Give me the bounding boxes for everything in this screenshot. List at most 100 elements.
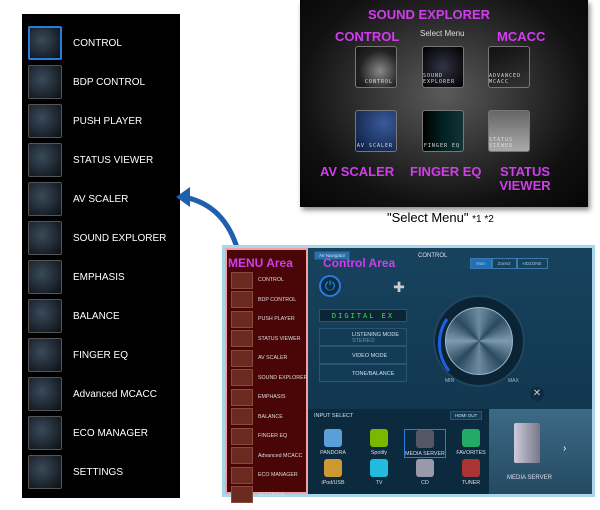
menu-item-label: PUSH PLAYER xyxy=(73,115,143,127)
menu-item[interactable]: PUSH PLAYER xyxy=(28,103,178,139)
menu-item[interactable]: SETTINGS xyxy=(28,454,178,490)
app-menu-item[interactable]: SETTINGS xyxy=(231,486,285,504)
menu-item-icon xyxy=(28,455,62,489)
listening-mode-button[interactable]: LISTENING MODE STEREO xyxy=(319,328,407,346)
input-icon xyxy=(370,459,388,477)
input-label: PANDORA xyxy=(320,450,346,456)
input-label: TUNER xyxy=(461,480,481,486)
app-screenshot: CONTROL BDP CONTROL PUSH PLAYER STATUS VIEW… xyxy=(222,245,595,503)
menu-item[interactable]: BDP CONTROL xyxy=(28,64,178,100)
select-menu-tile[interactable]: STATUS VIEWER xyxy=(488,110,530,152)
menu-item-icon xyxy=(28,104,62,138)
app-menu-label: BALANCE xyxy=(258,413,283,420)
app-menu-item[interactable]: PUSH PLAYER xyxy=(231,310,295,328)
current-source-label: MEDIA SERVER xyxy=(507,475,552,481)
control-title: CONTROL xyxy=(418,253,448,259)
input-label: iPod/USB xyxy=(321,480,345,486)
input-option[interactable]: MEDIA SERVER xyxy=(404,429,446,458)
select-menu-tile[interactable]: FINGER EQ xyxy=(422,110,464,152)
app-menu-icon xyxy=(231,271,253,289)
app-menu-label: FINGER EQ xyxy=(258,433,288,439)
volume-max-label: MAX xyxy=(508,378,519,384)
menu-item-icon xyxy=(28,260,62,294)
select-menu-tile[interactable]: CONTROL xyxy=(355,46,397,88)
app-menu-item[interactable]: CONTROL xyxy=(231,271,284,289)
power-icon[interactable]: ⏻ xyxy=(319,275,341,297)
volume-knob[interactable] xyxy=(433,295,525,387)
input-label: MEDIA SERVER xyxy=(405,451,445,457)
app-menu-item[interactable]: EMPHASIS xyxy=(231,388,285,406)
video-mode-button[interactable]: VIDEO MODE xyxy=(319,346,407,364)
menu-item-icon xyxy=(28,26,62,60)
menu-item[interactable]: ECO MANAGER xyxy=(28,415,178,451)
menu-item[interactable]: EMPHASIS xyxy=(28,259,178,295)
hdmi-out-button[interactable]: HDMI OUT xyxy=(450,411,483,420)
menu-item-label: CONTROL xyxy=(73,37,122,49)
app-menu-item[interactable]: Advanced MCACC xyxy=(231,447,302,465)
menu-item[interactable]: AV SCALER xyxy=(28,181,178,217)
app-menu-icon xyxy=(231,349,253,367)
chevron-right-icon[interactable]: › xyxy=(563,443,566,454)
input-label: CD xyxy=(421,480,429,486)
input-option[interactable]: Spotify xyxy=(358,429,400,456)
app-menu-icon xyxy=(231,447,253,464)
input-select-label: INPUT SELECT xyxy=(314,413,354,419)
app-menu-label: BDP CONTROL xyxy=(258,296,297,303)
app-menu-label: AV SCALER xyxy=(258,355,288,361)
input-option[interactable]: TUNER xyxy=(450,459,492,486)
app-menu-item[interactable]: FINGER EQ xyxy=(231,427,287,445)
tile-tag: AV SCALER xyxy=(356,143,393,149)
app-menu-label: SETTINGS xyxy=(258,491,285,498)
input-option[interactable]: CD xyxy=(404,459,446,486)
select-menu-tile[interactable]: ADVANCED MCACC xyxy=(488,46,530,88)
input-option[interactable]: FAVORITES xyxy=(450,429,492,456)
app-menu-item[interactable]: STATUS VIEWER xyxy=(231,330,300,348)
app-menu-icon xyxy=(231,427,253,445)
input-icon xyxy=(416,430,434,448)
menu-item-label: FINGER EQ xyxy=(73,349,129,361)
select-menu-title: Select Menu xyxy=(420,29,465,38)
menu-item[interactable]: STATUS VIEWER xyxy=(28,142,178,178)
app-menu-label: Advanced MCACC xyxy=(258,452,303,459)
dpad-icon[interactable]: ✚ xyxy=(391,279,407,295)
input-option[interactable]: PANDORA xyxy=(312,429,354,456)
input-option[interactable]: TV xyxy=(358,459,400,486)
mute-icon[interactable]: ✕ xyxy=(530,387,544,401)
callout-label: SOUND EXPLORER xyxy=(368,7,491,22)
menu-item[interactable]: Advanced MCACC xyxy=(28,376,178,412)
menu-item[interactable]: BALANCE xyxy=(28,298,178,334)
tone-balance-button[interactable]: TONE/BALANCE xyxy=(319,364,407,382)
input-icon xyxy=(370,429,388,447)
callout-label: MCACC xyxy=(497,29,546,44)
tab-main[interactable]: Main xyxy=(470,258,492,269)
digital-display: DIGITAL EX xyxy=(319,309,407,322)
select-menu-caption: "Select Menu" *1 *2 xyxy=(387,210,494,225)
app-menu-item[interactable]: SOUND EXPLORER xyxy=(231,369,307,387)
app-menu-icon xyxy=(231,388,253,406)
app-menu-label: CONTROL xyxy=(258,277,284,283)
input-option[interactable]: iPod/USB xyxy=(312,459,354,486)
callout-label: STATUS VIEWER xyxy=(499,164,551,193)
input-icon xyxy=(462,429,480,447)
tab-hdzone[interactable]: HDZONE xyxy=(516,258,548,269)
app-menu-item[interactable]: BALANCE xyxy=(231,408,283,426)
app-menu-item[interactable]: BDP CONTROL xyxy=(231,291,296,309)
menu-item[interactable]: SOUND EXPLORER xyxy=(28,220,178,256)
menu-list-panel: CONTROL BDP CONTROL PUSH PLAYER STATUS VIEW… xyxy=(22,14,180,498)
volume-min-label: MIN xyxy=(445,378,455,384)
menu-item[interactable]: FINGER EQ xyxy=(28,337,178,373)
menu-item-label: EMPHASIS xyxy=(73,271,125,283)
app-menu-item[interactable]: ECO MANAGER xyxy=(231,466,298,484)
control-area: AV Navigator CONTROL Main Zone2 HDZONE ⏻ ✚… xyxy=(308,248,592,494)
menu-item-label: AV SCALER xyxy=(73,193,129,205)
app-menu-label: SOUND EXPLORER xyxy=(258,374,308,381)
volume-level-arc xyxy=(437,318,451,372)
control-area-label: Control Area xyxy=(323,256,396,270)
tab-zone2[interactable]: Zone2 xyxy=(491,258,517,269)
app-menu-label: STATUS VIEWER xyxy=(258,335,301,342)
menu-item[interactable]: CONTROL xyxy=(28,25,178,61)
app-menu-icon xyxy=(231,486,253,503)
select-menu-tile[interactable]: AV SCALER xyxy=(355,110,397,152)
select-menu-tile[interactable]: SOUND EXPLORER xyxy=(422,46,464,88)
app-menu-item[interactable]: AV SCALER xyxy=(231,349,287,367)
